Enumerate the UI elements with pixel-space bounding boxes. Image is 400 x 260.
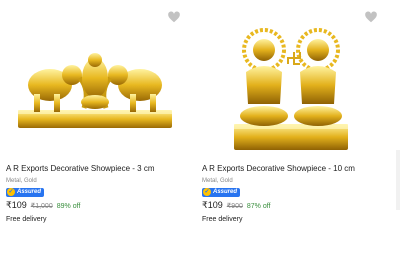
price: ₹109: [202, 200, 223, 210]
assured-check-icon: ✓: [7, 188, 15, 196]
assured-badge: ✓ Assured: [202, 187, 241, 197]
product-image-2[interactable]: [202, 12, 380, 158]
discount: 89% off: [56, 203, 81, 210]
assured-label: Assured: [213, 189, 238, 195]
price-row: ₹109 ₹900 87% off: [202, 200, 271, 211]
price-row: ₹109 ₹1,000 89% off: [6, 200, 80, 211]
discount: 87% off: [246, 203, 271, 210]
assured-check-icon: ✓: [203, 188, 211, 196]
product-title[interactable]: A R Exports Decorative Showpiece - 3 cm: [6, 164, 155, 173]
price: ₹109: [6, 200, 27, 210]
product-subtitle: Metal, Gold: [6, 178, 37, 184]
assured-badge: ✓ Assured: [6, 187, 45, 197]
mrp: ₹1,000: [30, 203, 53, 210]
delivery-info: Free delivery: [202, 216, 243, 223]
product-card-2[interactable]: A R Exports Decorative Showpiece - 10 cm…: [196, 0, 386, 260]
heart-icon[interactable]: [364, 10, 378, 24]
product-title[interactable]: A R Exports Decorative Showpiece - 10 cm: [202, 164, 355, 173]
heart-icon[interactable]: [167, 10, 181, 24]
product-image-1[interactable]: [6, 12, 184, 158]
delivery-info: Free delivery: [6, 216, 47, 223]
mrp: ₹900: [226, 203, 243, 210]
product-subtitle: Metal, Gold: [202, 178, 233, 184]
assured-label: Assured: [17, 189, 42, 195]
next-product-card-edge[interactable]: [396, 0, 400, 260]
product-card-1[interactable]: A R Exports Decorative Showpiece - 3 cm …: [0, 0, 190, 260]
